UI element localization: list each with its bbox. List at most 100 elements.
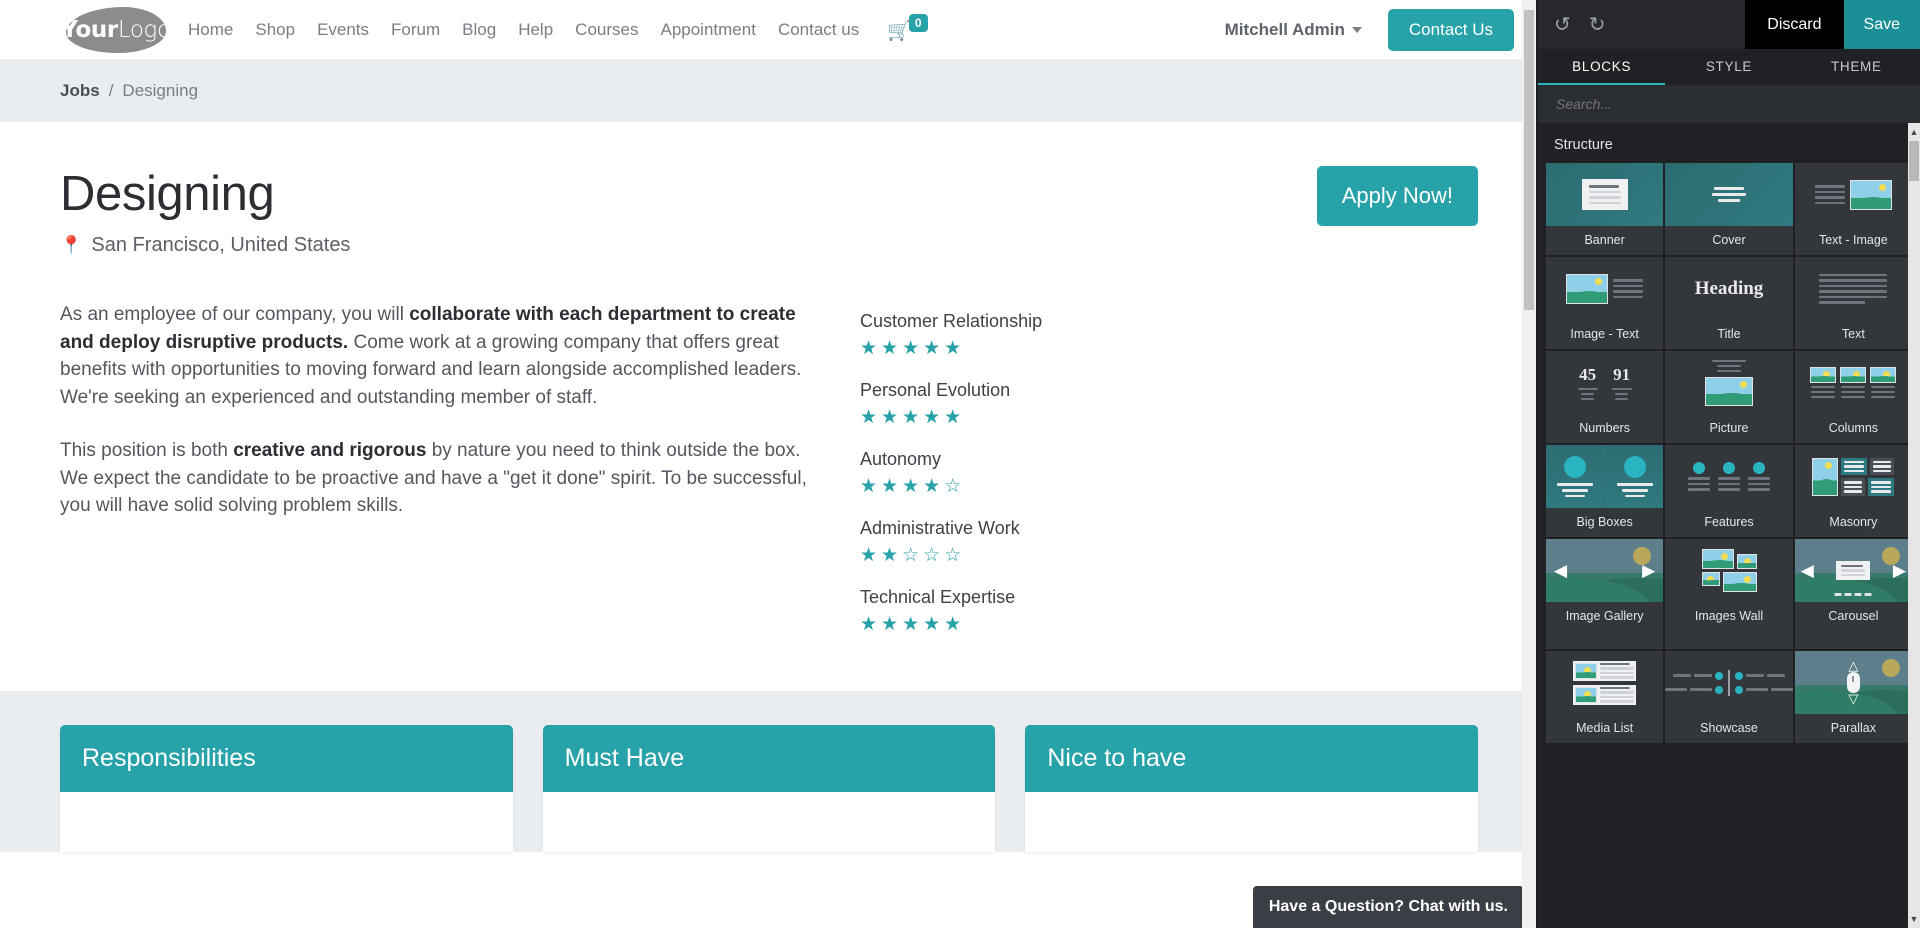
discard-button[interactable]: Discard [1745, 0, 1844, 49]
block-label: Masonry [1829, 515, 1878, 529]
job-description: As an employee of our company, you will … [60, 301, 820, 655]
block-label: Numbers [1579, 421, 1630, 435]
history-controls: ↺ ↻ [1538, 12, 1606, 37]
nav-link-blog[interactable]: Blog [462, 20, 496, 40]
cart-button[interactable]: 🛒 0 [887, 14, 928, 41]
nav-link-appointment[interactable]: Appointment [660, 20, 755, 40]
nav-link-forum[interactable]: Forum [391, 20, 440, 40]
block-tile-picture[interactable]: Picture [1665, 351, 1793, 443]
skills-list: Customer Relationship ★★★★★ Personal Evolu… [860, 301, 1190, 655]
block-tile-masonry[interactable]: Masonry [1794, 445, 1912, 537]
block-tile-carousel[interactable]: ◀ ▶ Carousel [1794, 539, 1912, 649]
breadcrumb-root[interactable]: Jobs [60, 81, 100, 101]
tab-theme[interactable]: THEME [1793, 49, 1920, 85]
nav-link-shop[interactable]: Shop [255, 20, 295, 40]
block-tile-big-boxes[interactable]: Big Boxes [1546, 445, 1664, 537]
block-thumbnail-showcase [1665, 651, 1793, 714]
skill-rating-stars: ★★☆☆☆ [860, 544, 966, 566]
save-button[interactable]: Save [1843, 0, 1920, 49]
chat-widget-button[interactable]: Have a Question? Chat with us. [1252, 886, 1524, 928]
blocks-panel: Structure Banner Cover Text - Image Image -… [1538, 123, 1920, 928]
card-body [60, 792, 513, 853]
block-tile-banner[interactable]: Banner [1546, 163, 1664, 255]
block-tile-showcase[interactable]: Showcase [1665, 651, 1793, 743]
user-menu-label: Mitchell Admin [1224, 19, 1345, 39]
block-thumbnail-title: Heading [1694, 277, 1764, 299]
site-logo[interactable]: Your Logo [61, 6, 171, 53]
scroll-up-icon[interactable]: ▲ [1908, 125, 1920, 139]
contact-us-button[interactable]: Contact Us [1387, 8, 1514, 51]
skill-rating-stars: ★★★★☆ [860, 475, 966, 497]
block-tile-parallax[interactable]: △ ▽ Parallax [1794, 651, 1912, 743]
block-label: Parallax [1830, 721, 1876, 735]
block-tile-text[interactable]: Text [1794, 257, 1912, 349]
nav-link-help[interactable]: Help [518, 20, 553, 40]
card-title: Nice to have [1025, 725, 1479, 793]
card-responsibilities: Responsibilities [60, 725, 513, 853]
tab-blocks[interactable]: BLOCKS [1538, 49, 1666, 85]
website-preview: Your Logo Home Shop Events Forum Blog Hel… [0, 0, 1538, 928]
website-editor-panel: ↺ ↻ Discard Save BLOCKS STYLE THEME Stru… [1538, 0, 1920, 928]
blocks-scrollbar[interactable]: ▲ ▼ [1908, 123, 1920, 928]
block-thumbnail-image-text [1546, 257, 1663, 320]
logo-text-light: Logo [117, 16, 171, 43]
card-body [542, 792, 996, 853]
block-thumbnail-numbers: 45 91 [1546, 351, 1663, 414]
block-thumbnail-images-wall [1665, 539, 1793, 602]
logo-text-bold: Your [61, 16, 118, 43]
block-tile-images-wall[interactable]: Images Wall [1665, 539, 1793, 649]
block-thumbnail-image-gallery: ◀ ▶ [1546, 539, 1664, 602]
blocks-grid: Banner Cover Text - Image Image - Text Headi… [1538, 163, 1920, 743]
block-tile-columns[interactable]: Columns [1794, 351, 1912, 443]
nav-link-contact-us[interactable]: Contact us [778, 20, 859, 40]
block-thumbnail-big-boxes [1546, 445, 1664, 508]
editor-tabs: BLOCKS STYLE THEME [1538, 49, 1920, 85]
block-tile-features[interactable]: Features [1665, 445, 1793, 537]
skill-name: Technical Expertise [860, 586, 1016, 607]
block-label: Text - Image [1818, 233, 1888, 247]
block-thumbnail-masonry [1795, 445, 1912, 508]
skill-name: Customer Relationship [860, 311, 1043, 331]
nav-link-courses[interactable]: Courses [575, 20, 638, 40]
block-label: Features [1704, 515, 1754, 529]
card-title: Responsibilities [60, 725, 513, 793]
tab-style[interactable]: STYLE [1665, 49, 1792, 85]
skill-name: Administrative Work [860, 517, 1020, 538]
block-tile-media-list[interactable]: Media List [1546, 651, 1664, 743]
block-tile-cover[interactable]: Cover [1665, 163, 1793, 255]
block-thumbnail-media-list [1546, 651, 1663, 714]
site-header: Your Logo Home Shop Events Forum Blog Hel… [0, 0, 1536, 60]
card-must-have: Must Have [542, 725, 996, 853]
block-thumbnail-parallax: △ ▽ [1794, 651, 1912, 714]
job-detail-cards: Responsibilities Must Have Nice to have [0, 691, 1536, 853]
main-navigation: Home Shop Events Forum Blog Help Courses… [188, 20, 859, 40]
undo-icon[interactable]: ↺ [1554, 12, 1571, 37]
block-thumbnail-banner [1546, 163, 1664, 226]
search-input[interactable] [1556, 96, 1902, 112]
block-tile-image-text[interactable]: Image - Text [1546, 257, 1664, 349]
paragraph-2-part-1: This position is both [60, 440, 234, 461]
block-thumbnail-features [1665, 445, 1793, 508]
block-thumbnail-text [1795, 257, 1912, 320]
scroll-down-icon[interactable]: ▼ [1908, 912, 1920, 926]
chevron-down-icon [1351, 26, 1362, 33]
block-label: Image Gallery [1565, 609, 1644, 623]
block-tile-text-image[interactable]: Text - Image [1794, 163, 1912, 255]
website-scrollbar-thumb[interactable] [1524, 10, 1534, 310]
user-menu[interactable]: Mitchell Admin [1225, 20, 1362, 40]
apply-now-button[interactable]: Apply Now! [1316, 166, 1478, 226]
block-tile-title[interactable]: Heading Title [1665, 257, 1793, 349]
nav-link-home[interactable]: Home [188, 20, 233, 40]
blocks-scrollbar-thumb[interactable] [1909, 141, 1919, 181]
block-tile-numbers[interactable]: 45 91 Numbers [1546, 351, 1664, 443]
block-thumbnail-text-image [1795, 163, 1912, 226]
skill-name: Autonomy [860, 448, 942, 469]
nav-link-events[interactable]: Events [317, 20, 369, 40]
block-tile-image-gallery[interactable]: ◀ ▶ Image Gallery [1546, 539, 1664, 649]
blocks-search [1538, 85, 1920, 123]
breadcrumb-separator: / [108, 81, 114, 100]
skill-name: Personal Evolution [860, 379, 1011, 400]
redo-icon[interactable]: ↻ [1589, 12, 1606, 37]
website-scrollbar[interactable] [1522, 0, 1536, 928]
block-label: Media List [1576, 721, 1634, 735]
